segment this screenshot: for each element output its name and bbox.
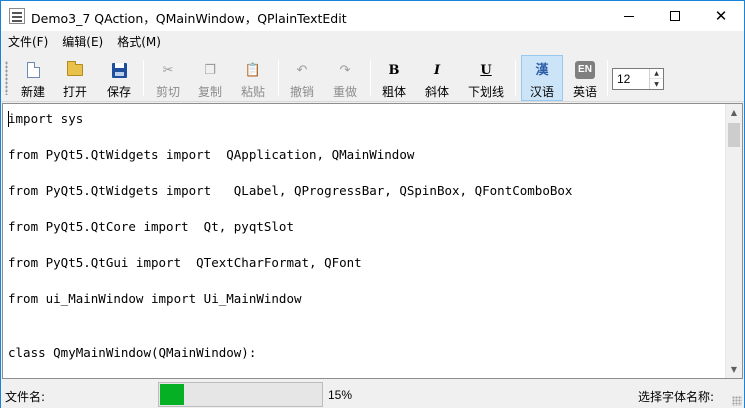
scrollbar-thumb[interactable] — [728, 123, 740, 147]
italic-button[interactable]: I 斜体 — [417, 56, 457, 100]
paste-button[interactable]: 📋 粘贴 — [233, 56, 273, 100]
progress-percent: 15% — [328, 388, 353, 402]
new-label: 新建 — [20, 85, 45, 99]
redo-label: 重做 — [332, 85, 357, 99]
underline-button[interactable]: U 下划线 — [462, 56, 510, 100]
spinbox-arrows: ▲ ▼ — [649, 69, 663, 89]
bold-icon: B — [388, 62, 400, 78]
bold-label: 粗体 — [381, 85, 406, 99]
undo-label: 撤销 — [289, 85, 314, 99]
english-label: 英语 — [572, 85, 597, 99]
cut-label: 剪切 — [155, 85, 180, 99]
toolbar-separator — [607, 60, 608, 96]
vertical-scrollbar[interactable]: ▲ ▼ — [725, 104, 742, 378]
save-icon — [109, 60, 129, 80]
italic-label: 斜体 — [424, 85, 449, 99]
font-size-spinbox[interactable]: 12 ▲ ▼ — [612, 68, 664, 90]
save-label: 保存 — [106, 85, 131, 99]
toolbar-separator — [515, 60, 516, 96]
window-title: Demo3_7 QAction，QMainWindow，QPlainTextEd… — [31, 11, 347, 26]
code-line: from PyQt5.QtWidgets import QLabel, QPro… — [8, 183, 573, 198]
open-label: 打开 — [62, 85, 87, 99]
status-bar: 文件名: — [1, 380, 744, 408]
menu-edit[interactable]: 编辑(E) — [55, 31, 110, 53]
progress-bar — [158, 382, 323, 407]
save-button[interactable]: 保存 — [99, 56, 139, 100]
redo-button[interactable]: ↷ 重做 — [325, 56, 365, 100]
english-icon: EN — [575, 60, 595, 80]
file-name-label: 文件名: — [5, 390, 46, 404]
redo-icon: ↷ — [339, 62, 351, 78]
undo-icon: ↶ — [296, 62, 308, 78]
new-button[interactable]: 新建 — [13, 56, 53, 100]
code-line: import sys — [8, 111, 84, 126]
en-badge: EN — [575, 61, 595, 79]
toolbar-grip[interactable] — [5, 61, 8, 95]
bold-button[interactable]: B 粗体 — [374, 56, 414, 100]
code-line: from PyQt5.QtGui import QTextCharFormat,… — [8, 255, 362, 270]
toolbar: 新建 打开 保存 ✂ 剪切 ❐ 复制 📋 粘贴 ↶ 撤销 ↷ 重做 B 粗体 I… — [1, 54, 744, 102]
close-icon: ✕ — [714, 6, 728, 25]
app-icon — [9, 8, 25, 24]
chinese-character-icon: 漢 — [535, 62, 549, 78]
code-line: class QmyMainWindow(QMainWindow): — [8, 345, 257, 360]
maximize-icon — [670, 11, 680, 21]
english-language-button[interactable]: EN 英语 — [565, 56, 605, 100]
menu-file[interactable]: 文件(F) — [1, 31, 55, 53]
minimize-icon — [624, 15, 634, 17]
font-size-value[interactable]: 12 — [617, 72, 630, 86]
scroll-down-icon[interactable]: ▼ — [726, 361, 742, 378]
chinese-label: 汉语 — [529, 85, 554, 99]
maximize-button[interactable] — [652, 1, 698, 31]
chinese-language-button[interactable]: 漢 汉语 — [521, 55, 563, 101]
cut-button[interactable]: ✂ 剪切 — [148, 56, 188, 100]
plain-text-editor[interactable]: import sys from PyQt5.QtWidgets import Q… — [2, 103, 743, 379]
title-bar: Demo3_7 QAction，QMainWindow，QPlainTextEd… — [1, 1, 744, 31]
close-button[interactable]: ✕ — [698, 1, 744, 31]
scroll-up-icon[interactable]: ▲ — [726, 104, 742, 121]
copy-button[interactable]: ❐ 复制 — [190, 56, 230, 100]
menu-bar: 文件(F) 编辑(E) 格式(M) — [1, 31, 744, 53]
toolbar-separator — [370, 60, 371, 96]
font-name-label: 选择字体名称: — [637, 390, 714, 404]
folder-open-icon — [65, 60, 85, 80]
code-line: from PyQt5.QtWidgets import QApplication… — [8, 147, 415, 162]
undo-button[interactable]: ↶ 撤销 — [282, 56, 322, 100]
spin-up-icon[interactable]: ▲ — [650, 69, 663, 79]
scissors-icon: ✂ — [162, 62, 174, 78]
main-window: Demo3_7 QAction，QMainWindow，QPlainTextEd… — [0, 0, 745, 408]
new-file-icon — [23, 60, 43, 80]
underline-icon: U — [480, 62, 492, 78]
toolbar-separator — [143, 60, 144, 96]
spin-down-icon[interactable]: ▼ — [650, 79, 663, 89]
copy-icon: ❐ — [204, 62, 216, 78]
copy-label: 复制 — [197, 85, 222, 99]
progress-fill — [160, 384, 184, 405]
open-button[interactable]: 打开 — [55, 56, 95, 100]
paste-label: 粘贴 — [240, 85, 265, 99]
italic-icon: I — [433, 62, 441, 78]
minimize-button[interactable] — [606, 1, 652, 31]
code-line: from ui_MainWindow import Ui_MainWindow — [8, 291, 302, 306]
paste-icon: 📋 — [244, 62, 262, 78]
menu-format[interactable]: 格式(M) — [110, 31, 168, 53]
size-grip[interactable] — [732, 396, 742, 406]
underline-label: 下划线 — [467, 85, 504, 99]
toolbar-separator — [278, 60, 279, 96]
code-line: from PyQt5.QtCore import Qt, pyqtSlot — [8, 219, 294, 234]
